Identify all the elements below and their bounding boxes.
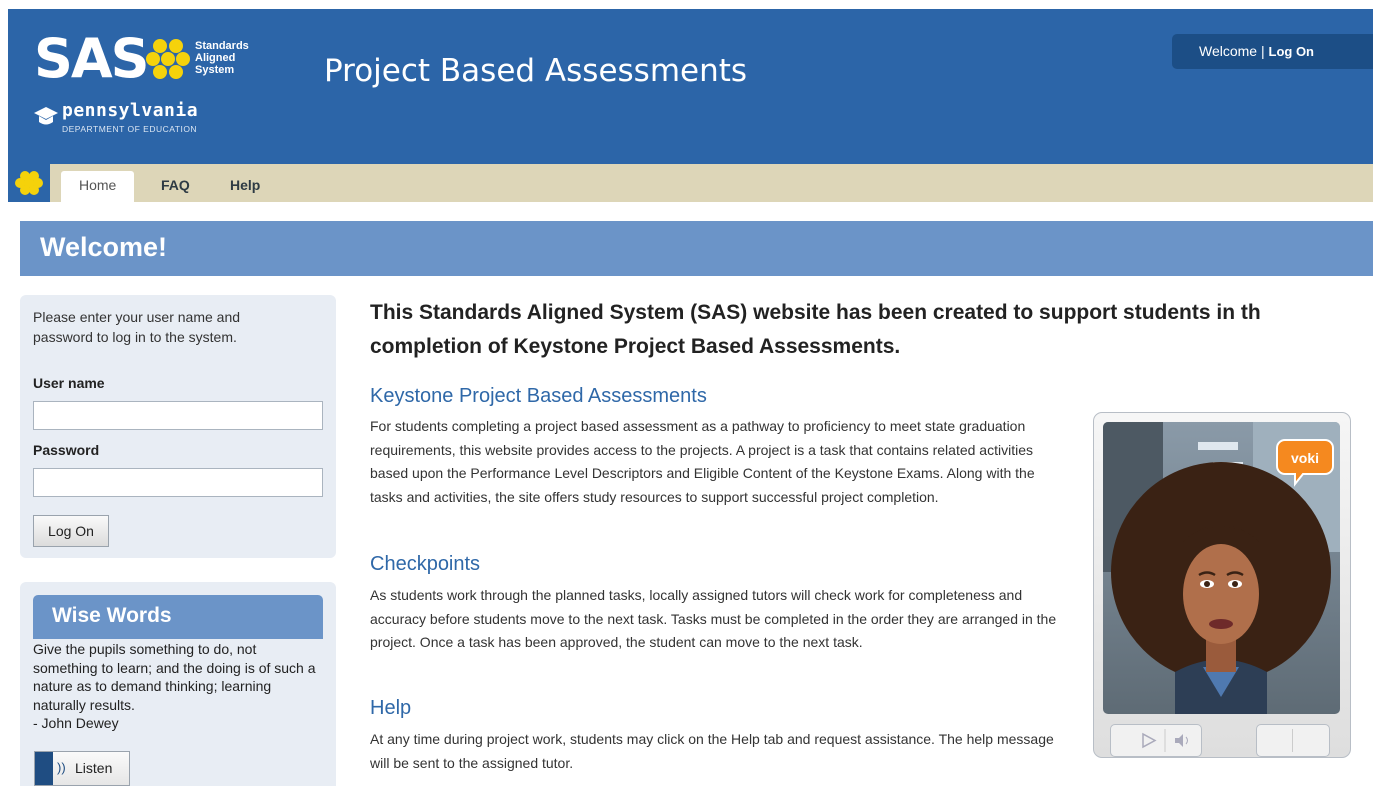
site-title: Project Based Assessments (324, 53, 748, 89)
volume-icon[interactable] (1175, 734, 1188, 747)
tab-home[interactable]: Home (61, 171, 135, 202)
sas-tagline: Standards Aligned System (195, 40, 249, 76)
wise-words-panel: Wise Words Give the pupils something to … (20, 582, 336, 786)
listen-button[interactable]: )) Listen (34, 751, 130, 786)
welcome-banner: Welcome! (20, 221, 1373, 276)
tab-faq[interactable]: FAQ (161, 172, 190, 202)
username-label: User name (33, 375, 105, 391)
sound-wave-icon: )) (57, 760, 66, 775)
pennsylvania-wordmark: pennsylvania (62, 100, 199, 121)
section-title-checkpoints: Checkpoints (370, 553, 481, 575)
speaker-icon (35, 752, 53, 785)
page-title: Welcome! (40, 232, 168, 262)
section-title-help: Help (370, 697, 412, 719)
wise-words-quote: Give the pupils something to do, not som… (33, 640, 323, 733)
tab-help[interactable]: Help (230, 172, 260, 202)
site-header: SAS Standards Aligned System pennsylvani… (8, 9, 1373, 164)
intro-heading: This Standards Aligned System (SAS) webs… (370, 301, 1261, 358)
section-body-checkpoints: As students work through the planned tas… (370, 587, 1057, 650)
welcome-text: Welcome | (1199, 43, 1269, 59)
log-on-link[interactable]: Log On (1269, 44, 1315, 59)
voki-avatar-image: voki (1103, 422, 1340, 714)
welcome-login-box: Welcome | Log On (1172, 34, 1373, 69)
sas-logo[interactable]: SAS (34, 29, 150, 89)
main-nav: Home FAQ Help (8, 164, 1373, 202)
department-of-education: DEPARTMENT OF EDUCATION (62, 124, 198, 134)
play-icon[interactable] (1142, 732, 1157, 749)
login-panel: Please enter your user name and password… (20, 295, 336, 558)
username-input[interactable] (33, 401, 323, 430)
password-label: Password (33, 442, 100, 458)
section-title-keystone: Keystone Project Based Assessments (370, 385, 707, 407)
section-body-keystone: For students completing a project based … (370, 418, 1035, 505)
password-input[interactable] (33, 468, 323, 497)
sas-flower-logo-icon (146, 39, 190, 79)
quote-author: - John Dewey (33, 715, 119, 731)
log-on-button[interactable]: Log On (33, 515, 109, 547)
wise-words-title: Wise Words (52, 604, 172, 627)
section-body-help: At any time during project work, student… (370, 731, 1054, 771)
voki-controls (1110, 724, 1202, 757)
graduation-cap-icon (34, 107, 58, 125)
nav-flower-icon (8, 164, 50, 202)
voki-extra-controls[interactable] (1256, 724, 1330, 757)
voki-badge: voki (1291, 450, 1319, 466)
voki-avatar-player[interactable]: voki (1093, 412, 1351, 758)
wise-words-header: Wise Words (33, 595, 323, 639)
login-instructions: Please enter your user name and password… (33, 309, 241, 345)
